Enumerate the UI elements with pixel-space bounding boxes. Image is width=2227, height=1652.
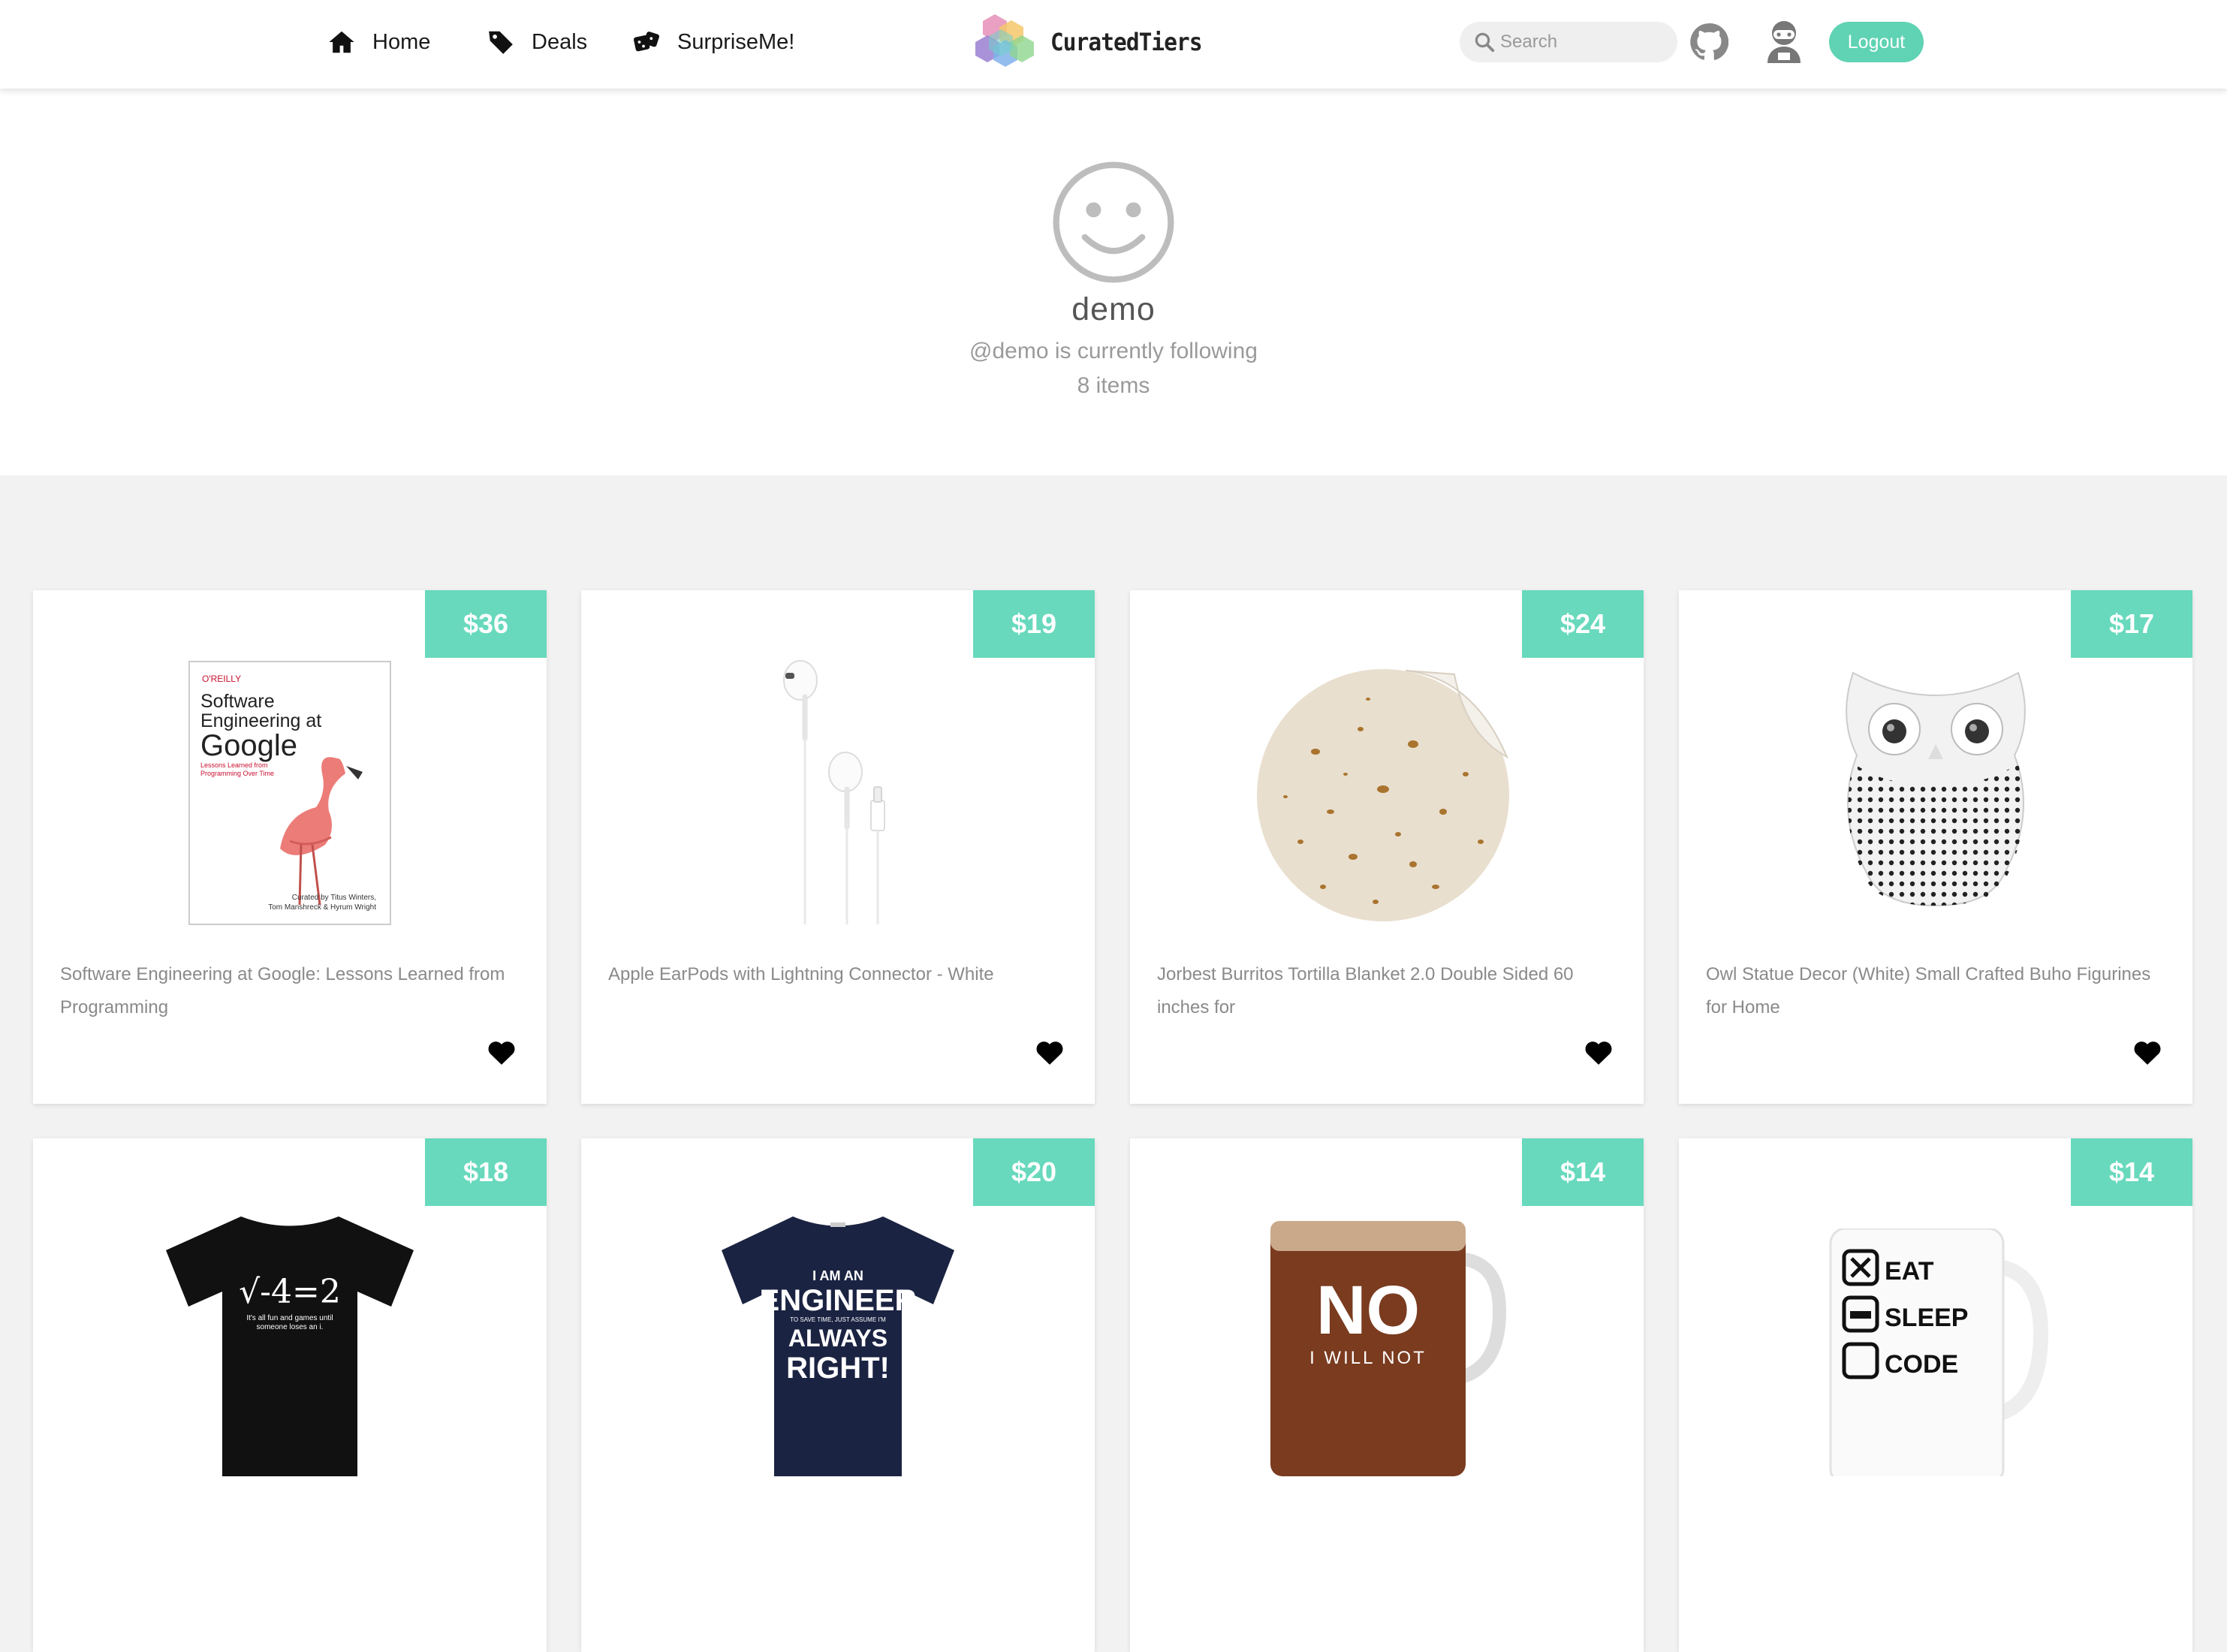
book-subtitle: Lessons Learned from Programming Over Ti…: [200, 761, 275, 777]
product-card[interactable]: $19 Apple EarPods with Lightning Connect…: [581, 590, 1095, 1104]
product-image[interactable]: [1679, 658, 2192, 928]
math-tshirt-image: √-4=2 It's all fun and games until someo…: [166, 1216, 414, 1476]
product-image[interactable]: O'REILLY Software Engineering at Google …: [33, 658, 547, 928]
dice-icon: [633, 32, 659, 52]
nav-surprise-link[interactable]: SurpriseMe!: [632, 0, 794, 84]
price-badge: $36: [425, 590, 547, 658]
profile-header: demo @demo is currently following 8 item…: [0, 89, 2227, 475]
search-icon: [1475, 32, 1495, 53]
book-credit-line-2: Tom Manshreck & Hyrum Wright: [268, 903, 376, 912]
shirt-line-4: ALWAYS: [788, 1325, 887, 1352]
product-card[interactable]: $14 NO I WILL NOT: [1130, 1138, 1644, 1652]
heart-icon[interactable]: [2132, 1038, 2162, 1068]
price-badge: $14: [2071, 1138, 2192, 1206]
product-image[interactable]: NO I WILL NOT: [1130, 1206, 1644, 1476]
mug-big-text: NO: [1316, 1272, 1420, 1349]
price-badge: $24: [1522, 590, 1644, 658]
heart-icon[interactable]: [1584, 1038, 1614, 1068]
product-card[interactable]: $14 EAT SLEEP CODE: [1679, 1138, 2192, 1652]
shirt-line-3: TO SAVE TIME, JUST ASSUME I'M: [790, 1316, 886, 1323]
logout-button[interactable]: Logout: [1829, 22, 1924, 62]
eat-sleep-code-mug-image: EAT SLEEP CODE: [1829, 1228, 2049, 1476]
price-badge: $20: [973, 1138, 1095, 1206]
earpod-left: [783, 660, 818, 924]
shirt-line-2: ENGINEER: [760, 1284, 917, 1317]
product-title[interactable]: Software Engineering at Google: Lessons …: [60, 958, 526, 1024]
nav-deals-link[interactable]: Deals: [487, 0, 587, 84]
tag-icon: [489, 31, 513, 54]
smiley-face-icon: [1053, 161, 1174, 283]
price-badge: $19: [973, 590, 1095, 658]
profile-username: demo: [1071, 291, 1156, 327]
product-card[interactable]: $18 √-4=2 It's all fun and games until s…: [33, 1138, 547, 1652]
book-credit-line-1: Curated by Titus Winters,: [292, 894, 376, 902]
price-badge: $18: [425, 1138, 547, 1206]
heart-icon[interactable]: [1035, 1038, 1065, 1068]
book-title-line-1: Software: [200, 691, 275, 712]
shirt-caption: It's all fun and games until someone los…: [246, 1314, 333, 1331]
product-card[interactable]: $20 I AM AN ENGINEER TO SAVE TIME, JUST …: [581, 1138, 1095, 1652]
nav-home-label: Home: [372, 29, 431, 54]
no-mug-image: NO I WILL NOT: [1270, 1221, 1507, 1476]
product-title[interactable]: Apple EarPods with Lightning Connector -…: [608, 958, 1074, 991]
home-icon: [329, 31, 354, 53]
price-badge: $14: [1522, 1138, 1644, 1206]
user-avatar-icon[interactable]: [1763, 20, 1805, 65]
following-count-text: @demo is currently following 8 items: [969, 339, 1258, 398]
product-image[interactable]: EAT SLEEP CODE: [1679, 1206, 2192, 1476]
product-image[interactable]: √-4=2 It's all fun and games until someo…: [33, 1206, 547, 1476]
github-icon[interactable]: [1689, 23, 1728, 62]
earpod-right: [828, 752, 863, 924]
product-card[interactable]: $17 Owl Statue Decor (White) Small Craft…: [1679, 590, 2192, 1104]
product-title[interactable]: Jorbest Burritos Tortilla Blanket 2.0 Do…: [1157, 958, 1623, 1024]
heart-icon[interactable]: [487, 1038, 517, 1068]
product-image[interactable]: I AM AN ENGINEER TO SAVE TIME, JUST ASSU…: [581, 1206, 1095, 1476]
search-box[interactable]: [1460, 22, 1677, 62]
price-badge: $17: [2071, 590, 2192, 658]
brand-logo[interactable]: CuratedTiers: [972, 11, 1215, 74]
top-navbar: Home Deals SurpriseMe! CuratedTiers Logo: [0, 0, 2227, 89]
tortilla-blanket-image: [1257, 669, 1509, 921]
mug-line-2: SLEEP: [1885, 1304, 1968, 1332]
shirt-line-1: I AM AN: [812, 1268, 863, 1283]
engineer-tshirt-image: I AM AN ENGINEER TO SAVE TIME, JUST ASSU…: [722, 1216, 954, 1476]
nav-home-link[interactable]: Home: [327, 0, 430, 84]
earpods-image: [783, 660, 885, 924]
mug-line-1: EAT: [1885, 1257, 1934, 1286]
product-title[interactable]: Owl Statue Decor (White) Small Crafted B…: [1706, 958, 2171, 1024]
book-title-line-3: Google: [200, 729, 297, 762]
product-image[interactable]: [581, 658, 1095, 928]
search-input[interactable]: [1500, 32, 1665, 53]
mug-line-3: CODE: [1885, 1350, 1958, 1379]
shirt-equation: √-4=2: [239, 1273, 341, 1311]
book-publisher: O'REILLY: [202, 674, 241, 684]
product-card[interactable]: $24 Jorbest Burritos Tortilla Blanket 2.…: [1130, 590, 1644, 1104]
nav-surprise-label: SurpriseMe!: [677, 29, 795, 54]
product-card[interactable]: $36 O'REILLY Software Engineering at Goo…: [33, 590, 547, 1104]
book-cover-image: O'REILLY Software Engineering at Google …: [188, 661, 391, 925]
nav-deals-label: Deals: [532, 29, 588, 54]
brand-name: CuratedTiers: [1050, 28, 1203, 56]
product-image[interactable]: [1130, 658, 1644, 928]
book-title-line-2: Engineering at: [200, 710, 321, 731]
shirt-line-5: RIGHT!: [786, 1352, 890, 1385]
owl-statue-image: [1846, 671, 2026, 907]
hexagon-logo-icon: [975, 14, 1034, 67]
lightning-connector: [870, 786, 885, 924]
